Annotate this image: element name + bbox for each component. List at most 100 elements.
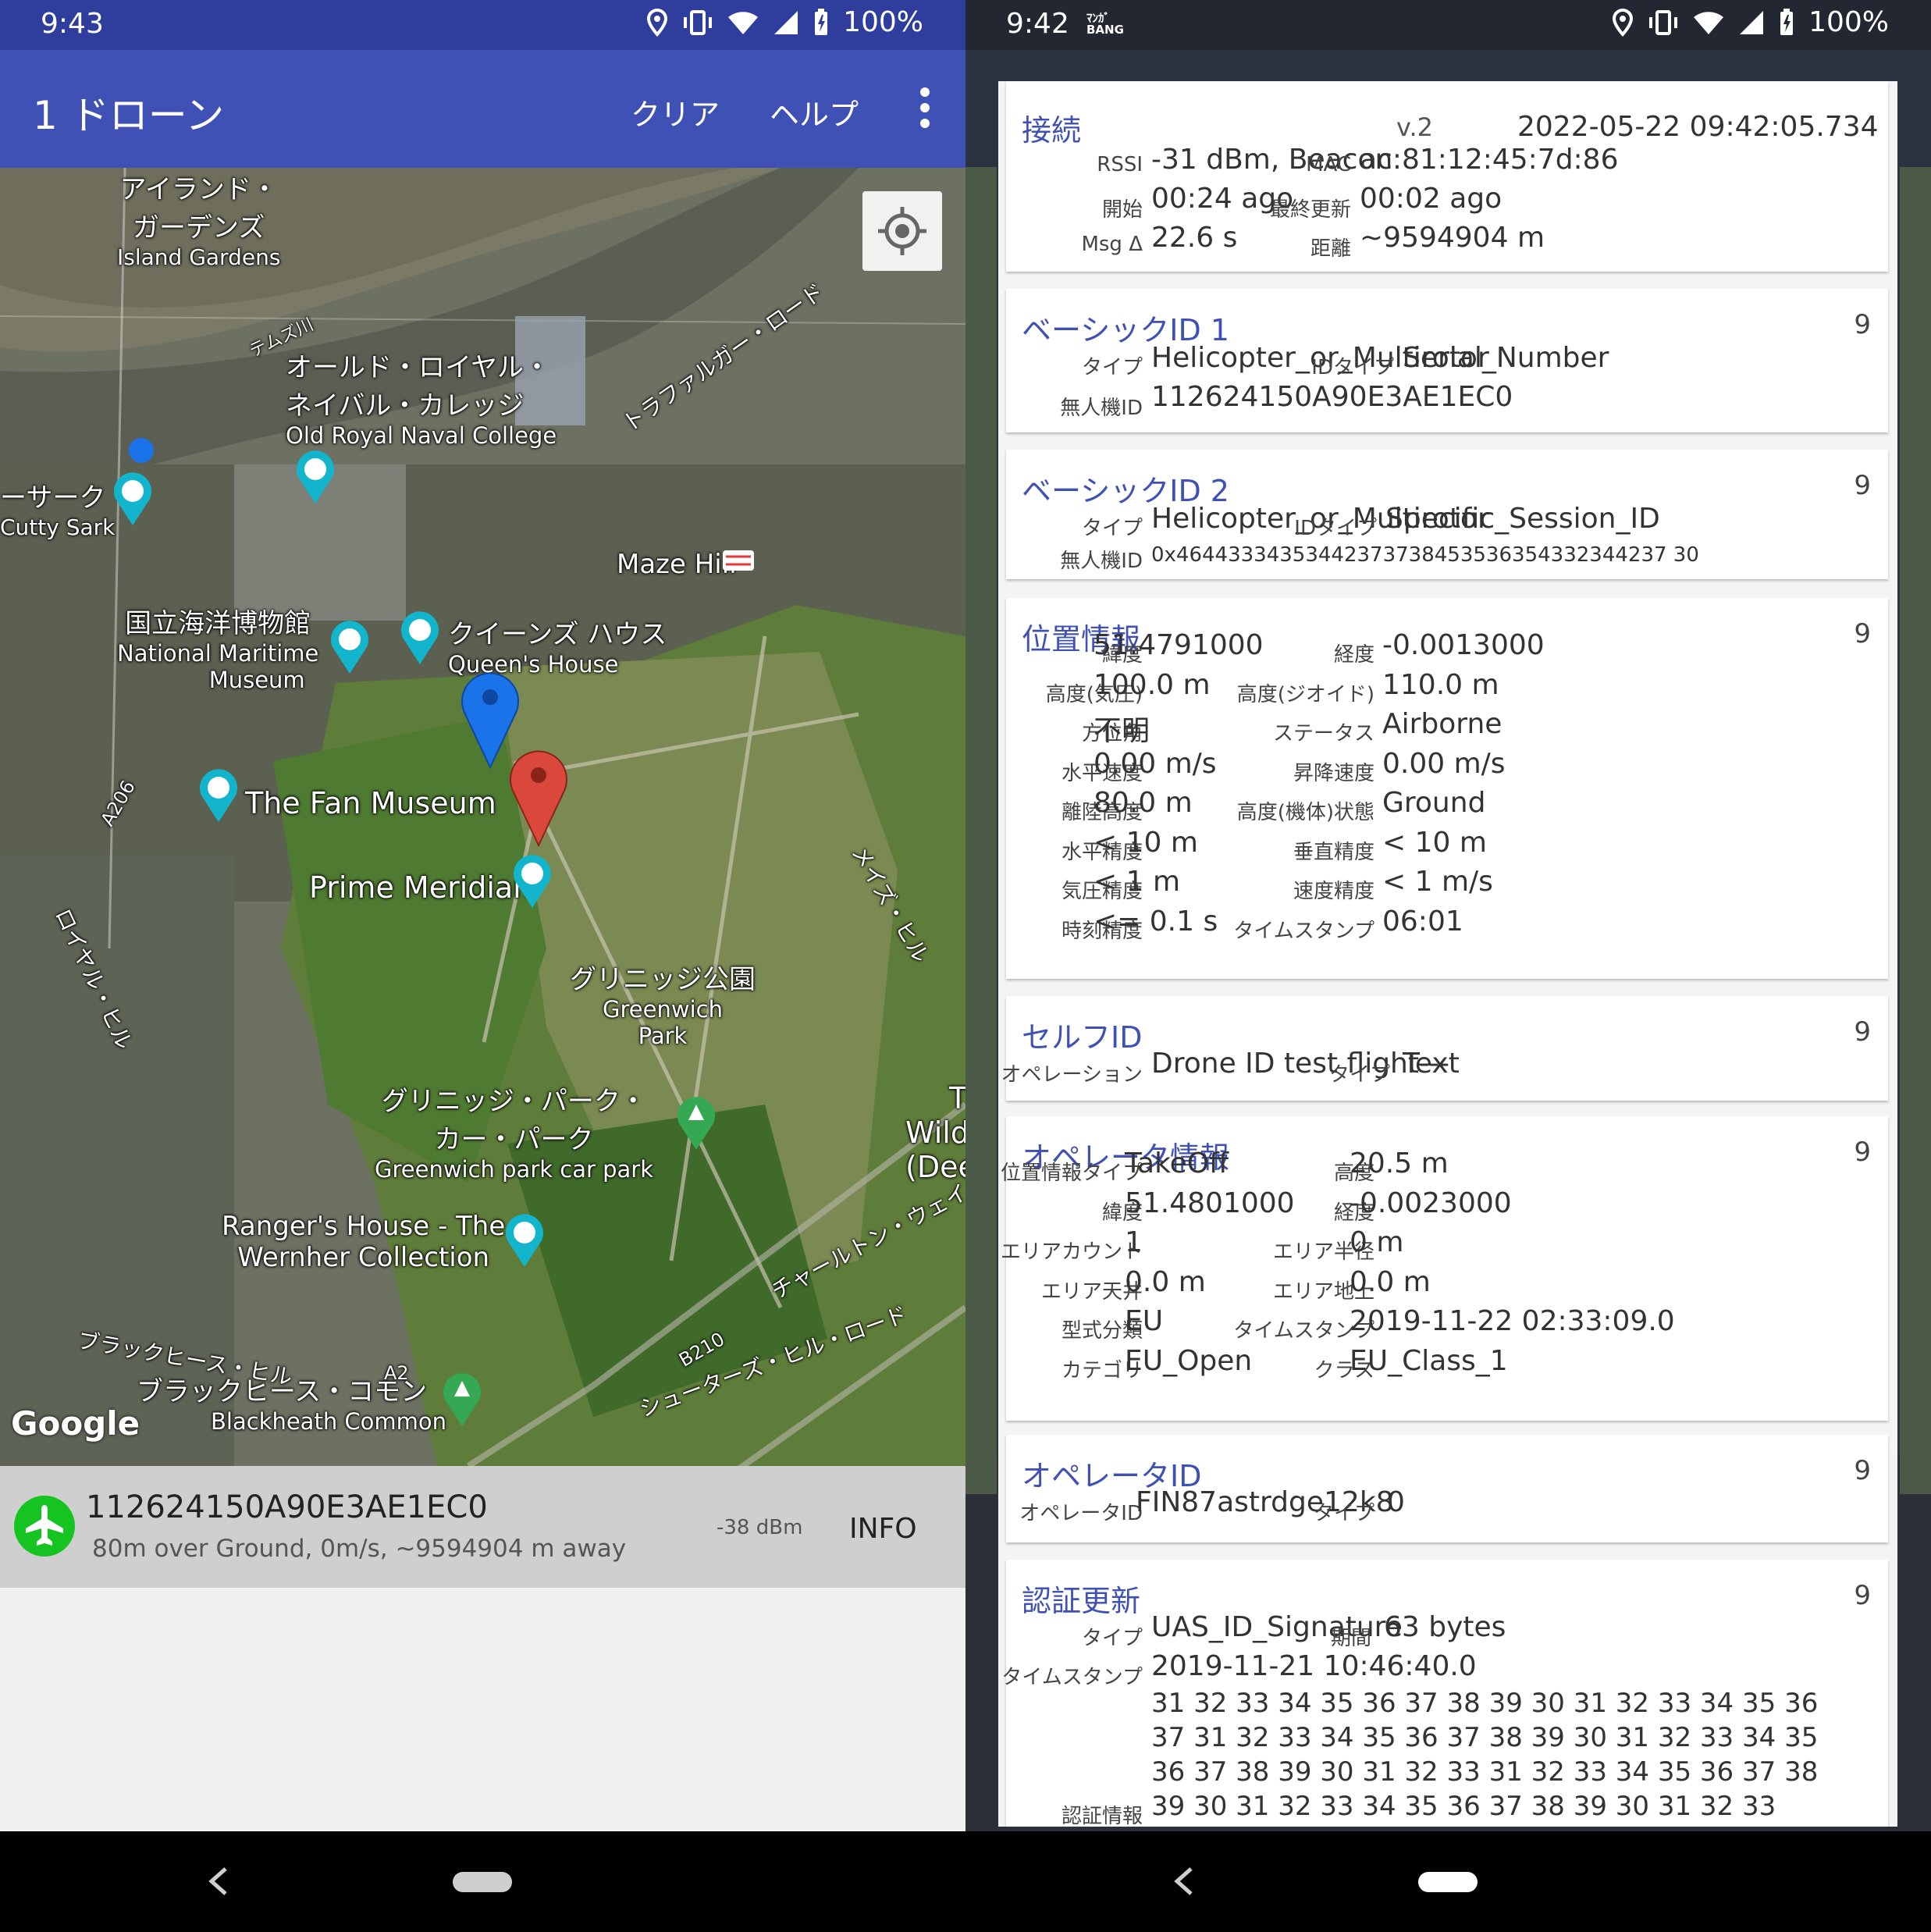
field-value: 0.0 m xyxy=(1125,1265,1206,1298)
map-view[interactable]: アイランド・ ガーデンズ Island Gardens テムズ川 オールド・ロイヤ… xyxy=(0,168,966,1466)
field-value: 80.0 m xyxy=(1094,787,1193,819)
vibrate-icon xyxy=(1649,9,1678,35)
museum-marker-icon[interactable] xyxy=(504,1214,545,1268)
map-label-national-maritime-museum: 国立海洋博物館 National Maritime Museum xyxy=(117,608,319,693)
museum-marker-icon[interactable] xyxy=(400,611,440,666)
field-value: 0.00 m/s xyxy=(1094,747,1217,780)
field-value: EU xyxy=(1125,1305,1164,1337)
field-value: < 10 m xyxy=(1382,826,1487,859)
attraction-marker-icon[interactable] xyxy=(512,855,553,909)
auth-data-line: 31 32 33 34 35 36 37 38 39 30 31 32 33 3… xyxy=(1151,1688,1819,1719)
status-bar: 9:43 100% xyxy=(0,0,966,50)
location-icon xyxy=(647,8,668,37)
operator-info-card: オペレータ情報 9 位置情報タイプ TakeOff 高度 20.5 m 緯度 51.480… xyxy=(1001,1116,1888,1421)
status-time: 9:42 xyxy=(1006,8,1069,40)
drone-rssi: -38 dBm xyxy=(717,1516,803,1539)
authentication-card: 認証更新 9 タイプ UAS_ID_Signature 期間 63 bytes … xyxy=(1001,1560,1888,1827)
drone-id: 112624150A90E3AE1EC0 xyxy=(86,1489,488,1525)
info-button[interactable]: INFO xyxy=(849,1513,917,1545)
signal-icon xyxy=(1740,10,1764,34)
wifi-icon xyxy=(1694,11,1724,34)
park-marker-icon[interactable] xyxy=(676,1097,717,1151)
app-bar: 1 ドローン クリア ヘルプ xyxy=(0,50,966,168)
auth-data-line: 39 30 31 32 33 34 35 36 37 38 39 30 31 3… xyxy=(1151,1791,1776,1822)
card-title: 認証更新 xyxy=(1022,1584,1141,1618)
field-value: 0.00 m/s xyxy=(1382,747,1506,780)
field-label: エリアカウント xyxy=(1000,1240,1143,1264)
auth-length: 63 bytes xyxy=(1384,1611,1506,1643)
field-value: EU_Open xyxy=(1125,1344,1253,1377)
connection-datetime: 2022-05-22 09:42:05.734 xyxy=(1517,111,1879,143)
field-label: 高度(ジオイド) xyxy=(1236,682,1374,706)
location-icon xyxy=(1613,8,1634,37)
back-icon[interactable] xyxy=(1165,1859,1204,1903)
self-id-type: Text xyxy=(1403,1048,1460,1080)
airplane-icon xyxy=(14,1496,75,1557)
museum-marker-icon[interactable] xyxy=(329,621,370,675)
attraction-marker-icon[interactable] xyxy=(295,450,336,505)
field-value: < 1 m/s xyxy=(1382,866,1493,898)
field-value: -0.0023000 xyxy=(1350,1187,1512,1219)
right-screen: 9:42 ﾏﾝｶﾞ BANG 100% 接続 v.2 2022-05-22 09:… xyxy=(966,0,1931,1932)
card-title: 接続 xyxy=(1022,113,1082,148)
notification-app-icon: ﾏﾝｶﾞ BANG xyxy=(1086,11,1124,37)
auth-timestamp: 2019-11-21 10:46:40.0 xyxy=(1151,1650,1477,1682)
basic-id-1-card: ベーシックID 1 9 タイプ Helicopter_or_Multirotor… xyxy=(1006,289,1888,432)
field-value: Airborne xyxy=(1382,708,1502,740)
left-screen: 9:43 100% 1 ドローン クリア ヘルプ アイランド・ ガーデンズ Is… xyxy=(0,0,966,1932)
ferry-icon xyxy=(129,438,154,463)
auth-data-line: 36 37 38 39 30 31 32 33 31 32 33 34 35 3… xyxy=(1151,1756,1819,1788)
clear-button[interactable]: クリア xyxy=(631,91,720,133)
back-icon[interactable] xyxy=(199,1859,238,1903)
field-label: 昇降速度 xyxy=(1293,761,1374,785)
basic1-id-type: Serial_Number xyxy=(1403,342,1609,374)
park-marker-icon[interactable] xyxy=(442,1373,482,1428)
field-label: 垂直精度 xyxy=(1293,840,1374,864)
battery-icon xyxy=(1780,8,1794,35)
museum-marker-icon[interactable] xyxy=(198,769,239,824)
map-label-cutty-sark: ーサーク Cutty Sark xyxy=(0,482,116,540)
basic2-uas-id: 0x46443334353442373738453536354332344237… xyxy=(1151,543,1699,567)
field-value: 2019-11-22 02:33:09.0 xyxy=(1350,1305,1675,1337)
battery-percent: 100% xyxy=(843,6,923,38)
card-title: セルフID xyxy=(1022,1020,1143,1055)
map-label-wilde: TWild(Dee xyxy=(905,1081,966,1184)
drone-list-item[interactable]: 112624150A90E3AE1EC0 80m over Ground, 0m… xyxy=(0,1466,966,1588)
version: v.2 xyxy=(1396,112,1433,142)
wifi-icon xyxy=(728,11,759,34)
field-label: 高度(機体)状態 xyxy=(1236,801,1374,824)
status-time: 9:43 xyxy=(41,8,104,40)
field-value: 51.4801000 xyxy=(1125,1187,1295,1219)
map-label-blackheath-common: ブラックヒース・コモン Blackheath Common xyxy=(136,1376,447,1435)
connection-mac: ac:81:12:45:7d:86 xyxy=(1360,144,1619,176)
google-logo: Google xyxy=(11,1404,140,1443)
home-pill[interactable] xyxy=(1418,1872,1478,1892)
help-button[interactable]: ヘルプ xyxy=(770,91,859,133)
basic2-id-type: Specific_Session_ID xyxy=(1385,503,1660,535)
navigation-bar xyxy=(0,1831,966,1932)
museum-marker-icon[interactable] xyxy=(112,472,153,527)
field-value: 51.4791000 xyxy=(1094,629,1264,661)
signal-icon xyxy=(774,10,798,34)
basic1-uas-id: 112624150A90E3AE1EC0 xyxy=(1151,381,1513,413)
auth-data-line: 37 31 32 33 34 35 36 37 38 39 30 31 32 3… xyxy=(1151,1722,1819,1753)
map-label-island-gardens: アイランド・ ガーデンズ Island Gardens xyxy=(117,174,281,270)
field-value: <= 0.1 s xyxy=(1094,905,1218,938)
field-value: 0 m xyxy=(1350,1226,1404,1258)
connection-card: 接続 v.2 2022-05-22 09:42:05.734 RSSI -31 … xyxy=(1006,81,1888,272)
page-title: 1 ドローン xyxy=(33,93,225,138)
field-value: < 1 m xyxy=(1094,866,1181,898)
field-value: 不明 xyxy=(1094,715,1150,747)
field-label: 位置情報タイプ xyxy=(1000,1162,1143,1185)
home-pill[interactable] xyxy=(453,1872,512,1892)
my-location-icon xyxy=(878,207,926,255)
drone-location-pin-icon[interactable] xyxy=(509,745,568,847)
field-value: -0.0013000 xyxy=(1382,629,1545,661)
battery-percent: 100% xyxy=(1808,6,1889,38)
overflow-menu-icon[interactable] xyxy=(917,87,933,128)
field-value: 100.0 m xyxy=(1094,668,1211,701)
field-value: < 10 m xyxy=(1094,826,1198,859)
my-location-button[interactable] xyxy=(862,191,942,271)
map-label-old-royal-naval-college: オールド・ロイヤル・ ネイバル・カレッジ Old Royal Naval Coll… xyxy=(286,352,557,449)
self-id-card: セルフID 9 オペレーション Drone ID test flight--- … xyxy=(1001,996,1888,1101)
